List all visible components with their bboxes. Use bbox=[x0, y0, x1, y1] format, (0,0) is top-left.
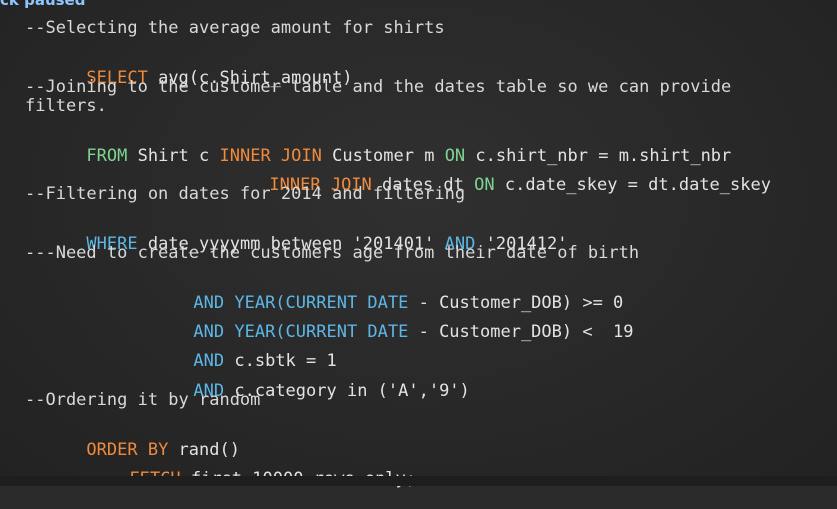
comment-line-join-cont: filters. bbox=[25, 96, 107, 116]
bottom-edge-bar bbox=[0, 476, 837, 486]
comment-line-filter: --Filtering on dates for 2014 and filter… bbox=[25, 184, 466, 204]
code-text: Shirt c bbox=[127, 146, 220, 166]
code-text: - Customer_DOB) < 19 bbox=[408, 322, 634, 342]
keyword-from: FROM bbox=[86, 146, 128, 166]
comment-line-age: ---Need to create the customers age from… bbox=[25, 243, 640, 263]
video-frame: ck paused --Selecting the average amount… bbox=[0, 0, 837, 489]
code-text: c.category in ('A','9') bbox=[224, 381, 470, 401]
comment-line-select: --Selecting the average amount for shirt… bbox=[25, 18, 445, 38]
comment-line-order: --Ordering it by random bbox=[25, 390, 261, 410]
code-text: c.date_skey = dt.date_skey bbox=[494, 175, 771, 195]
paused-status-label: ck paused bbox=[0, 0, 86, 9]
keyword-on: ON bbox=[474, 175, 495, 195]
comment-line-join: --Joining to the customer table and the … bbox=[25, 77, 732, 97]
